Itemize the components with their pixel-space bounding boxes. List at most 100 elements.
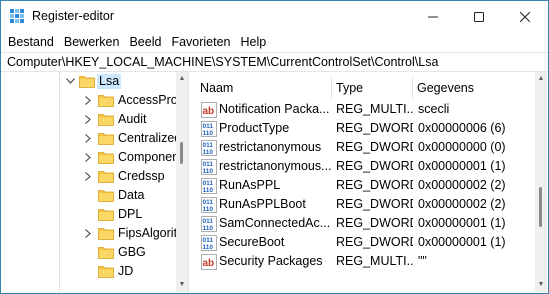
list-vertical-scrollbar[interactable]: ▲ ▼ — [535, 72, 547, 292]
svg-text:110: 110 — [203, 244, 214, 251]
tree-item-label: DPL — [118, 207, 143, 221]
column-header-name[interactable]: Naam — [196, 76, 332, 100]
scroll-down-icon[interactable]: ▼ — [177, 280, 187, 290]
tree-item[interactable]: Credssp — [0, 167, 180, 186]
tree-item-label: GBG — [118, 245, 146, 259]
svg-text:011: 011 — [203, 142, 214, 149]
binary-value-icon: 011 110 — [201, 235, 217, 251]
value-data: 0x00000002 (2) — [418, 197, 506, 211]
value-type: REG_DWORD — [336, 178, 413, 192]
tree-item[interactable]: Centralized — [0, 129, 182, 148]
chevron-right-icon[interactable] — [82, 169, 94, 183]
svg-text:110: 110 — [203, 206, 214, 213]
list-header: Naam Type Gegevens — [196, 76, 534, 100]
tree-item[interactable]: JD — [0, 262, 180, 281]
value-data: 0x00000001 (1) — [418, 159, 506, 173]
tree-item-label: Lsa — [97, 74, 122, 89]
list-row[interactable]: 011 110 RunAsPPL REG_DWORD 0x00000002 (2) — [196, 176, 534, 195]
value-name: ProductType — [219, 121, 290, 135]
pane-splitter[interactable] — [188, 72, 194, 292]
tree-item-lsa[interactable]: Lsa — [0, 72, 180, 91]
tree-item[interactable]: GBG — [0, 243, 180, 262]
value-name: Security Packages — [219, 254, 323, 268]
minimize-button[interactable] — [410, 1, 456, 32]
value-data: 0x00000000 (0) — [418, 140, 506, 154]
binary-value-icon: 011 110 — [201, 140, 217, 156]
menu-bewerken[interactable]: Bewerken — [59, 32, 125, 52]
chevron-right-icon[interactable] — [82, 93, 94, 107]
list-row[interactable]: ab Notification Packa... REG_MULTI... scecl… — [196, 100, 534, 119]
chevron-right-icon[interactable] — [82, 112, 94, 126]
list-row[interactable]: 011 110 ProductType REG_DWORD 0x00000006 (6) — [196, 119, 534, 138]
menu-bestand[interactable]: Bestand — [3, 32, 59, 52]
folder-icon — [98, 265, 114, 278]
tree-item[interactable]: Audit — [0, 110, 180, 129]
binary-value-icon: 011 110 — [201, 216, 217, 232]
value-name: SecureBoot — [219, 235, 285, 249]
tree-vertical-scrollbar[interactable]: ▲ ▼ — [176, 72, 188, 292]
tree-scroll-thumb[interactable] — [180, 142, 183, 164]
svg-text:110: 110 — [203, 168, 214, 175]
tree-item[interactable]: Componen — [0, 148, 180, 167]
regedit-icon — [10, 9, 24, 23]
column-header-type[interactable]: Type — [332, 76, 413, 100]
title-bar[interactable]: Register-editor — [1, 1, 548, 32]
list-row[interactable]: ab Security Packages REG_MULTI... "" — [196, 252, 534, 271]
value-name: SamConnectedAc... — [219, 216, 331, 230]
tree-item[interactable]: DPL — [0, 205, 180, 224]
list-row[interactable]: 011 110 restrictanonymous REG_DWORD 0x000000… — [196, 138, 534, 157]
scroll-up-icon[interactable]: ▲ — [536, 74, 546, 84]
chevron-right-icon[interactable] — [82, 226, 94, 240]
list-row[interactable]: 011 110 SamConnectedAc... REG_DWORD 0x000000… — [196, 214, 534, 233]
value-type: REG_MULTI... — [336, 254, 413, 268]
close-icon — [520, 11, 530, 22]
list-row[interactable]: 011 110 restrictanonymous... REG_DWORD 0x000… — [196, 157, 534, 176]
value-data: "" — [418, 254, 427, 268]
binary-value-icon: 011 110 — [201, 121, 217, 137]
folder-icon — [98, 132, 114, 145]
tree-item[interactable]: Data — [0, 186, 180, 205]
close-button[interactable] — [502, 1, 548, 32]
svg-text:011: 011 — [203, 218, 214, 225]
tree-item[interactable]: AccessProv — [0, 91, 184, 110]
value-type: REG_DWORD — [336, 216, 413, 230]
chevron-right-icon[interactable] — [82, 150, 94, 164]
scroll-down-icon[interactable]: ▼ — [536, 280, 546, 290]
svg-text:110: 110 — [203, 130, 214, 137]
chevron-right-icon[interactable] — [82, 131, 94, 145]
svg-text:011: 011 — [203, 161, 214, 168]
folder-icon — [98, 151, 114, 164]
menu-bar: Bestand Bewerken Beeld Favorieten Help — [1, 32, 548, 52]
tree-item-label: Centralized — [118, 131, 182, 145]
list-scroll-thumb[interactable] — [539, 187, 542, 227]
value-data: 0x00000001 (1) — [418, 216, 506, 230]
binary-value-icon: 011 110 — [201, 178, 217, 194]
svg-text:011: 011 — [203, 237, 214, 244]
minimize-icon — [428, 16, 438, 17]
value-type: REG_DWORD — [336, 159, 413, 173]
list-row[interactable]: 011 110 RunAsPPLBoot REG_DWORD 0x00000002 (2… — [196, 195, 534, 214]
svg-text:110: 110 — [203, 187, 214, 194]
binary-value-icon: 011 110 — [201, 197, 217, 213]
folder-icon — [98, 94, 114, 107]
tree-item-label: Credssp — [118, 169, 165, 183]
list-row[interactable]: 011 110 SecureBoot REG_DWORD 0x00000001 (1) — [196, 233, 534, 252]
value-data: scecli — [418, 102, 450, 116]
folder-icon — [98, 208, 114, 221]
folder-icon — [98, 227, 114, 240]
menu-help[interactable]: Help — [236, 32, 272, 52]
string-value-icon: ab — [201, 254, 217, 270]
svg-text:ab: ab — [203, 258, 215, 269]
value-type: REG_MULTI... — [336, 102, 413, 116]
tree-item-label: FipsAlgorit — [118, 226, 178, 240]
address-bar[interactable]: Computer\HKEY_LOCAL_MACHINE\SYSTEM\Curre… — [1, 52, 548, 72]
chevron-down-icon[interactable] — [64, 74, 76, 88]
string-value-icon: ab — [201, 102, 217, 118]
menu-favorieten[interactable]: Favorieten — [166, 32, 235, 52]
scroll-up-icon[interactable]: ▲ — [177, 74, 187, 84]
maximize-icon — [474, 11, 484, 22]
tree-item[interactable]: FipsAlgorit — [0, 224, 180, 243]
column-header-data[interactable]: Gegevens — [413, 76, 534, 100]
maximize-button[interactable] — [456, 1, 502, 32]
menu-beeld[interactable]: Beeld — [124, 32, 166, 52]
